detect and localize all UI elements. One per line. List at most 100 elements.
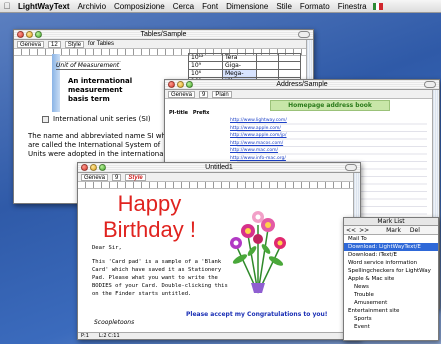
table-cell-empty[interactable] xyxy=(278,61,301,70)
mark-list-item[interactable]: Trouble xyxy=(344,291,438,299)
address-window-controls xyxy=(168,81,193,88)
signature: Scoopletoons xyxy=(94,319,135,326)
mark-list-item[interactable]: News xyxy=(344,283,438,291)
tables-toolbar: Geneva 12 Style for Tables xyxy=(14,40,313,49)
menu-dimensione[interactable]: Dimensione xyxy=(222,2,272,11)
url-link[interactable]: http://www.info-mac.org/ xyxy=(230,155,360,162)
url-link[interactable]: http://www.macos.com/ xyxy=(230,140,360,147)
mark-list-item[interactable]: Download: LightWayText/E xyxy=(344,243,438,251)
close-icon[interactable] xyxy=(17,31,24,38)
address-header: Pl-title Prefix xyxy=(169,110,209,116)
mark-list-item[interactable]: Sports xyxy=(344,315,438,323)
minimize-icon[interactable] xyxy=(177,81,184,88)
table-cell-empty[interactable] xyxy=(278,53,301,62)
delete-mark-button[interactable]: Del xyxy=(410,227,420,234)
list-item: http://www.lightway.com/ xyxy=(165,117,365,125)
table-cell-empty[interactable] xyxy=(256,53,279,62)
address-toolbar: Geneva 9 Plain xyxy=(165,90,439,99)
menu-formato[interactable]: Formato xyxy=(296,2,334,11)
tables-titlebar[interactable]: Tables/Sample xyxy=(14,30,313,40)
untitled-window-controls xyxy=(81,164,106,171)
close-icon[interactable] xyxy=(81,164,88,171)
untitled-titlebar[interactable]: Untitled1 xyxy=(78,163,360,173)
list-item: http://www.apple.com/jp/ xyxy=(165,132,365,140)
url-link[interactable]: http://www.apple.com/ xyxy=(230,125,360,132)
zoom-icon[interactable] xyxy=(99,164,106,171)
mark-list-item[interactable]: Amusement xyxy=(344,299,438,307)
mark-list-item[interactable]: Download: iText/E xyxy=(344,251,438,259)
apple-icon[interactable]:  xyxy=(0,1,14,11)
url-link[interactable]: http://www.lightway.com/ xyxy=(230,117,360,124)
table-cell-empty[interactable] xyxy=(256,61,279,70)
mark-list-item[interactable]: Mail To xyxy=(344,235,438,243)
birthday-text: Birthday ! xyxy=(103,217,196,242)
card-body: Dear Sir, This 'Card pad' is a sample of… xyxy=(92,244,236,298)
status-bar: P:1 L:2 C:11 xyxy=(78,332,355,339)
toolbar-toggle-button[interactable] xyxy=(424,81,436,88)
table-cell-empty[interactable] xyxy=(278,69,301,78)
menu-app[interactable]: LightWayText xyxy=(14,2,74,11)
font-select[interactable]: Geneva xyxy=(168,90,196,98)
font-select[interactable]: Geneva xyxy=(81,173,109,181)
list-item: http://www.mac.com/ xyxy=(165,147,365,155)
zoom-icon[interactable] xyxy=(186,81,193,88)
status-page: P:1 xyxy=(81,333,89,339)
style-select[interactable]: Style xyxy=(64,40,85,48)
url-link[interactable]: http://www.apple.com/jp/ xyxy=(230,132,360,139)
status-line: L:2 C:11 xyxy=(98,333,120,339)
minimize-icon[interactable] xyxy=(26,31,33,38)
mark-list-item[interactable]: Spellingcheckers for LightWay xyxy=(344,267,438,275)
next-mark-button[interactable]: >> xyxy=(359,227,369,234)
flag-icon[interactable] xyxy=(372,2,383,10)
menu-bar:  LightWayText Archivio Composizione Cer… xyxy=(0,0,441,13)
mark-list-item[interactable]: Word service information xyxy=(344,259,438,267)
size-select[interactable]: 9 xyxy=(199,90,209,98)
font-select[interactable]: Geneva xyxy=(17,40,45,48)
menu-finestra[interactable]: Finestra xyxy=(334,2,371,11)
menu-stile[interactable]: Stile xyxy=(272,2,296,11)
table-cell-power[interactable]: 10⁹ xyxy=(188,61,223,70)
style-select[interactable]: Style xyxy=(125,173,146,181)
zoom-icon[interactable] xyxy=(35,31,42,38)
table-cell-prefix[interactable]: Mega- xyxy=(222,69,257,78)
mark-list-item[interactable]: Apple & Mac site xyxy=(344,275,438,283)
mark-list-title[interactable]: Mark List xyxy=(344,218,438,226)
size-select[interactable]: 12 xyxy=(48,40,61,48)
menu-archivio[interactable]: Archivio xyxy=(74,2,110,11)
toolbar-toggle-button[interactable] xyxy=(345,164,357,171)
url-link[interactable]: http://www.mac.com/ xyxy=(230,147,360,154)
address-titlebar[interactable]: Address/Sample xyxy=(165,80,439,90)
menu-cerca[interactable]: Cerca xyxy=(169,2,198,11)
menu-composizione[interactable]: Composizione xyxy=(110,2,169,11)
table-row: 10¹² Tera xyxy=(188,53,301,62)
mark-list-item[interactable]: Entertainment site xyxy=(344,307,438,315)
table-row: 10⁶ Mega- xyxy=(188,69,301,78)
table-cell-power[interactable]: 10¹² xyxy=(188,53,223,62)
tables-window-title: Tables/Sample xyxy=(140,31,187,38)
menu-font[interactable]: Font xyxy=(198,2,222,11)
mark-list-item[interactable]: Event xyxy=(344,323,438,331)
style-select[interactable]: Plain xyxy=(212,90,232,98)
toolbar-toggle-button[interactable] xyxy=(298,31,310,38)
table-cell-power[interactable]: 10⁶ xyxy=(188,69,223,78)
tables-window-controls xyxy=(17,31,42,38)
paragraph: The name and abbreviated name SI which a… xyxy=(28,132,177,158)
intl-heading: An international measurement basis term xyxy=(68,77,133,103)
close-icon[interactable] xyxy=(168,81,175,88)
list-item: http://www.apple.com/ xyxy=(165,125,365,133)
mark-list-window: Mark List << >> Mark Del Mail To Download… xyxy=(343,217,439,341)
address-window-title: Address/Sample xyxy=(276,81,328,88)
tables-toolbar-extra: for Tables xyxy=(88,41,114,47)
table-cell-prefix[interactable]: Tera xyxy=(222,53,257,62)
ruler[interactable] xyxy=(78,182,360,189)
mark-button[interactable]: Mark xyxy=(386,227,401,234)
minimize-icon[interactable] xyxy=(90,164,97,171)
checkbox[interactable] xyxy=(42,115,49,123)
mark-list: Mail To Download: LightWayText/E Download:… xyxy=(344,235,438,331)
size-select[interactable]: 9 xyxy=(112,173,122,181)
prev-mark-button[interactable]: << xyxy=(346,227,356,234)
card-paragraph: This 'Card pad' is a sample of a 'Blank … xyxy=(92,259,228,297)
table-cell-prefix[interactable]: Giga- xyxy=(222,61,257,70)
happy-text: Happy xyxy=(117,191,182,216)
table-cell-empty[interactable] xyxy=(256,69,279,78)
